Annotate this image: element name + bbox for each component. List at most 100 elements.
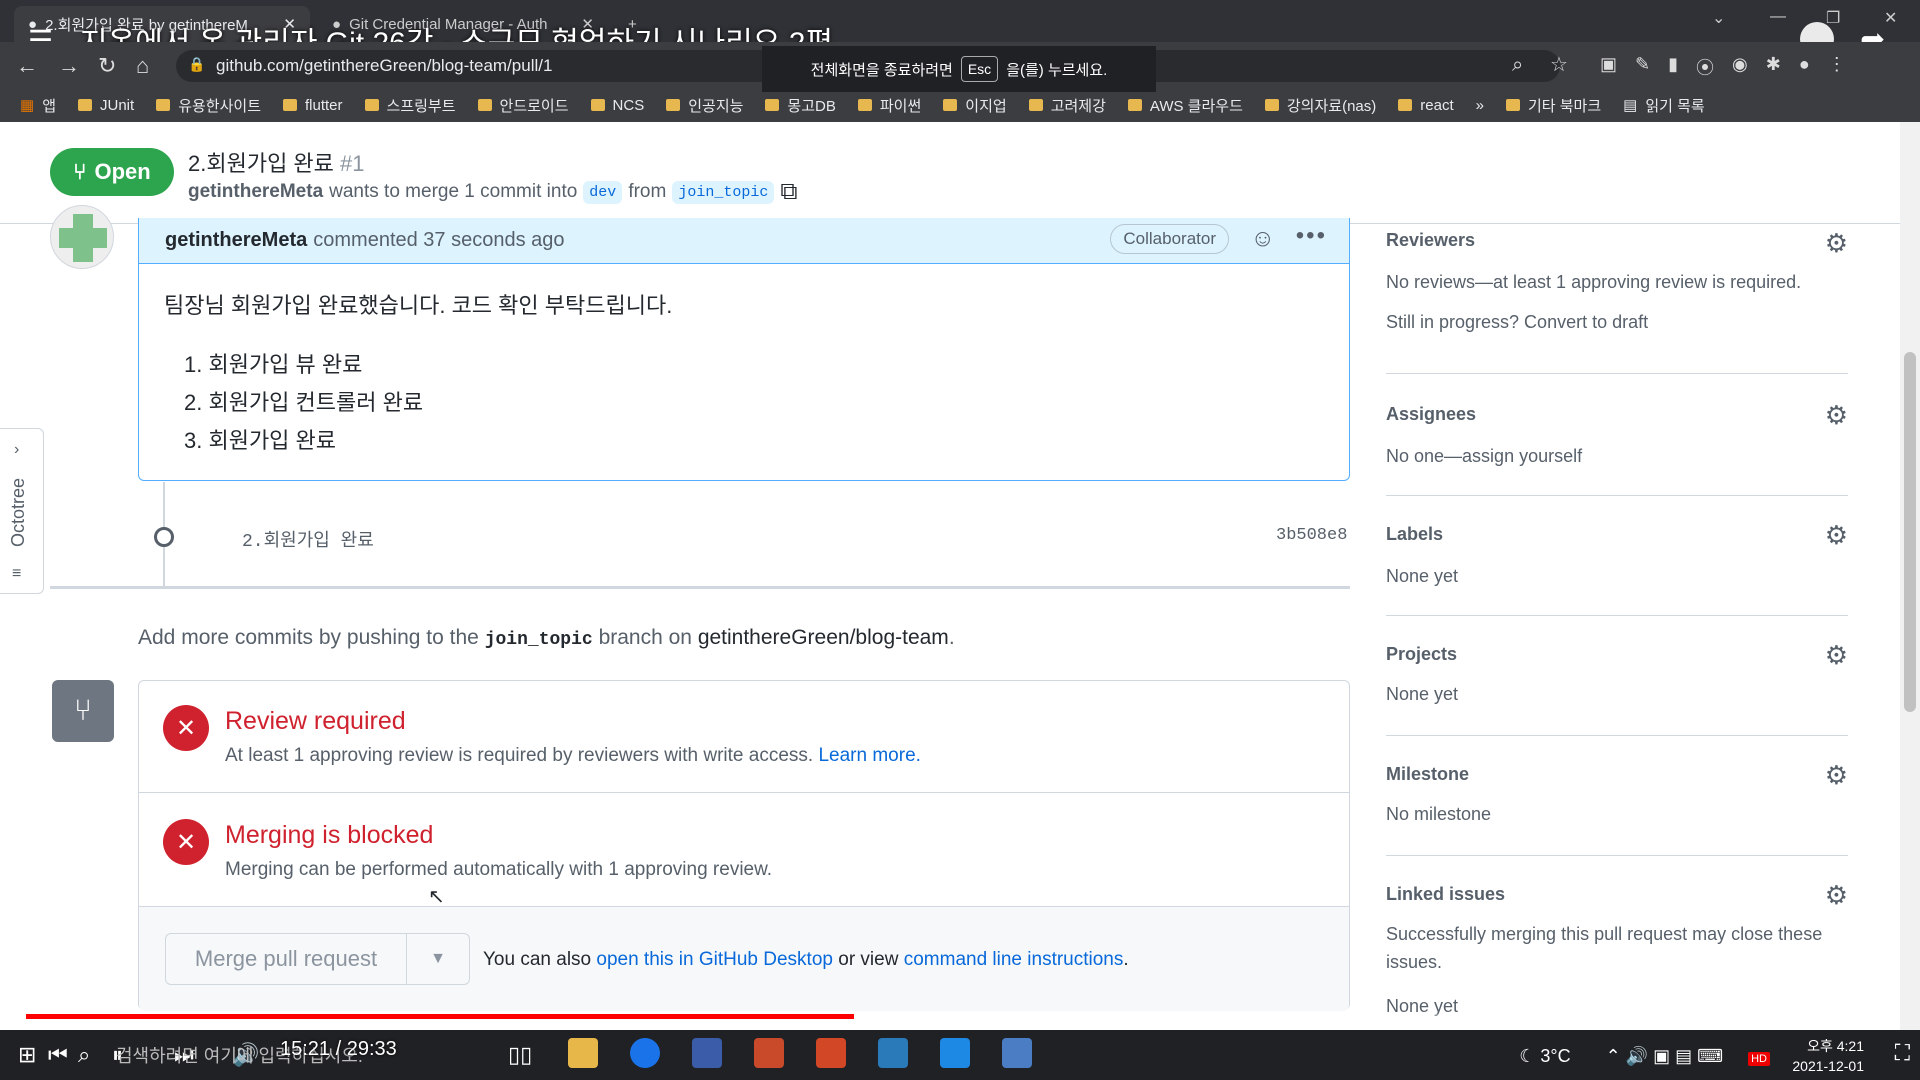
check-title[interactable]: Review required <box>225 707 406 736</box>
fullscreen-exit-icon[interactable]: ⛶ <box>1895 1040 1910 1066</box>
back-icon[interactable]: ← <box>16 53 38 79</box>
task-view-icon[interactable]: ▯▯ <box>508 1042 532 1068</box>
powerpoint-icon[interactable] <box>754 1038 784 1068</box>
vscode-icon[interactable] <box>940 1038 970 1068</box>
chrome-icon[interactable] <box>630 1038 660 1068</box>
forward-icon[interactable]: → <box>58 53 80 79</box>
bookmark-star-icon[interactable]: ☆ <box>1550 52 1568 77</box>
smiley-icon[interactable]: ☺ <box>1250 225 1275 253</box>
gear-icon[interactable]: ⚙ <box>1825 520 1848 551</box>
sidebar-title[interactable]: Labels <box>1386 524 1443 545</box>
cli-instructions-link[interactable]: command line instructions <box>904 949 1124 970</box>
extension-icon[interactable]: ▮ <box>1668 54 1678 80</box>
minimize-icon[interactable]: — <box>1770 8 1786 26</box>
tray-icons[interactable]: ⌃ 🔊 ▣ ▤ ⌨ <box>1606 1046 1724 1066</box>
github-desktop-link[interactable]: open this in GitHub Desktop <box>596 949 833 970</box>
sidebar-text: No milestone <box>1386 804 1492 824</box>
clock[interactable]: 오후 4:21 2021-12-01 <box>1792 1036 1864 1076</box>
assign-yourself-link[interactable]: No one—assign yourself <box>1386 442 1582 470</box>
bookmark-label: 안드로이드 <box>499 97 569 115</box>
app-icon[interactable] <box>816 1038 846 1068</box>
windows-start-icon[interactable]: ⊞ <box>18 1042 36 1068</box>
avatar[interactable]: ● <box>1799 54 1810 80</box>
sidebar-milestone: Milestone ⚙ No milestone <box>1386 736 1848 856</box>
home-icon[interactable]: ⌂ <box>136 53 149 79</box>
bookmarks-overflow-button[interactable]: » <box>1476 97 1484 114</box>
reading-list[interactable]: ▤ 읽기 목록 <box>1623 95 1705 116</box>
gear-icon[interactable]: ⚙ <box>1825 228 1848 259</box>
more-menu-icon[interactable]: ⋮ <box>1828 54 1846 80</box>
bookmark-folder[interactable]: 스프링부트 <box>364 95 456 116</box>
bookmark-folder[interactable]: 인공지능 <box>666 95 743 116</box>
head-branch[interactable]: join_topic <box>672 180 775 204</box>
esc-key: Esc <box>960 56 999 82</box>
reload-icon[interactable]: ↻ <box>98 53 116 79</box>
avatar[interactable] <box>50 205 114 269</box>
scroll-thumb[interactable] <box>1904 352 1916 712</box>
pr-action-text: wants to merge 1 commit into <box>329 181 578 202</box>
more-options-icon[interactable]: ••• <box>1296 222 1327 250</box>
sidebar-title[interactable]: Linked issues <box>1386 884 1505 905</box>
zoom-icon[interactable]: ⌕ <box>1512 54 1523 77</box>
close-window-icon[interactable]: ✕ <box>1884 8 1897 28</box>
extension-icon[interactable]: ◉ <box>1732 54 1748 80</box>
bookmark-folder[interactable]: 고려제강 <box>1028 95 1106 116</box>
base-branch[interactable]: dev <box>583 180 623 204</box>
puzzle-icon[interactable]: ✱ <box>1766 54 1781 80</box>
gear-icon[interactable]: ⚙ <box>1825 880 1848 911</box>
folder-icon <box>943 99 958 111</box>
bookmark-folder[interactable]: flutter <box>283 97 343 114</box>
bookmark-folder[interactable]: 이지업 <box>943 95 1007 116</box>
bookmark-folder[interactable]: 기타 북마크 <box>1505 95 1601 116</box>
commit-sha[interactable]: 3b508e8 <box>1276 526 1347 545</box>
merge-method-dropdown[interactable]: ▼ <box>406 933 470 985</box>
gear-icon[interactable]: ⚙ <box>1825 400 1848 431</box>
learn-more-link[interactable]: Learn more. <box>818 745 920 766</box>
bookmark-folder[interactable]: 강의자료(nas) <box>1264 95 1376 116</box>
octotree-toggle[interactable]: › Octotree ≡ <box>0 428 44 594</box>
drag-handle-icon[interactable]: ≡ <box>12 565 21 583</box>
bookmark-folder[interactable]: AWS 클라우드 <box>1127 95 1243 116</box>
search-icon[interactable]: ⌕ <box>78 1042 90 1068</box>
gear-icon[interactable]: ⚙ <box>1825 640 1848 671</box>
bookmark-folder[interactable]: 파이썬 <box>857 95 921 116</box>
video-progress-bar[interactable] <box>26 1014 1894 1019</box>
bookmark-folder[interactable]: JUnit <box>78 97 134 114</box>
comment-timestamp[interactable]: commented 37 seconds ago <box>313 229 564 252</box>
app-icon[interactable] <box>1002 1038 1032 1068</box>
bookmark-folder[interactable]: 안드로이드 <box>477 95 569 116</box>
sidebar-labels: Labels ⚙ None yet <box>1386 496 1848 616</box>
chevron-down-icon[interactable]: ⌄ <box>1712 8 1725 28</box>
sidebar-title[interactable]: Assignees <box>1386 404 1476 425</box>
commit-message[interactable]: 2.회원가입 완료 <box>242 526 374 552</box>
bookmark-apps[interactable]: ▦ 앱 <box>20 95 56 116</box>
repo-link[interactable]: getinthereGreen/blog-team <box>698 626 949 649</box>
app-icon[interactable] <box>878 1038 908 1068</box>
bookmark-folder[interactable]: 유용한사이트 <box>156 95 261 116</box>
previous-video-icon[interactable]: ⏮ <box>48 1042 68 1068</box>
scrollbar[interactable] <box>1900 122 1920 1030</box>
pr-title-text: 2.회원가입 완료 <box>188 151 334 176</box>
gear-icon[interactable]: ⚙ <box>1825 760 1848 791</box>
bookmark-folder[interactable]: NCS <box>590 97 644 114</box>
extension-icon[interactable]: ⦿ <box>1696 54 1714 80</box>
copy-icon[interactable]: ⧉ <box>780 178 797 206</box>
sidebar-title[interactable]: Milestone <box>1386 764 1469 785</box>
bookmark-folder[interactable]: 몽고DB <box>765 95 836 116</box>
bookmark-label: flutter <box>305 96 343 114</box>
extension-icon[interactable]: ▣ <box>1600 54 1617 80</box>
extension-icon[interactable]: ✎ <box>1635 54 1650 80</box>
check-title[interactable]: Merging is blocked <box>225 821 433 850</box>
merge-button[interactable]: Merge pull request <box>165 933 407 985</box>
weather-icon[interactable]: ☾ <box>1519 1046 1535 1066</box>
convert-to-draft-link[interactable]: Still in progress? Convert to draft <box>1386 308 1648 336</box>
bookmark-folder[interactable]: react <box>1398 97 1454 114</box>
comment-author[interactable]: getinthereMeta <box>165 229 307 252</box>
restore-icon[interactable]: ❐ <box>1826 8 1840 28</box>
file-explorer-icon[interactable] <box>568 1038 598 1068</box>
lock-icon[interactable]: 🔒 <box>188 56 205 73</box>
sidebar-title[interactable]: Projects <box>1386 644 1457 665</box>
sidebar-title[interactable]: Reviewers <box>1386 230 1475 251</box>
app-icon[interactable] <box>692 1038 722 1068</box>
author-link[interactable]: getinthereMeta <box>188 181 323 203</box>
